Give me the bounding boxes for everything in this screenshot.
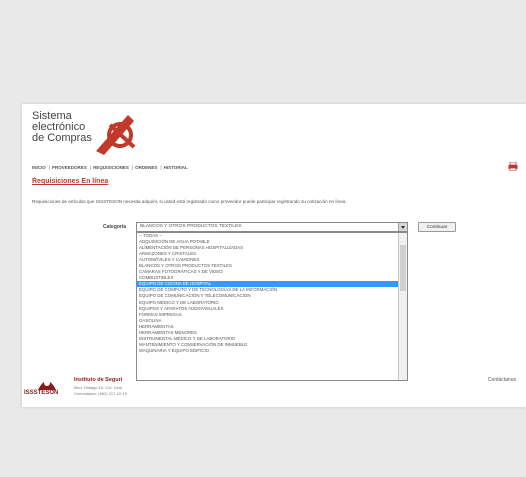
page-container: Sistema electrónico de Compras INICIO | PR…: [22, 104, 526, 407]
brand-line-3: de Compras: [32, 132, 92, 144]
dropdown-scroll-thumb[interactable]: [400, 245, 406, 291]
sistema-logo-icon: [96, 115, 136, 155]
nav-separator: |: [160, 165, 162, 170]
top-nav: INICIO | PROVEEDORES | REQUISICIONES | ÓRDENES…: [32, 165, 189, 170]
category-select[interactable]: BLANCOS Y OTROS PRODUCTOS TEXTILES: [136, 222, 408, 232]
nav-item-inicio[interactable]: INICIO: [32, 165, 46, 170]
continue-button[interactable]: Continuar: [418, 222, 456, 232]
category-label: Categoría: [103, 224, 127, 230]
nav-item-ordenes[interactable]: ÓRDENES: [135, 165, 157, 170]
nav-separator: |: [89, 165, 92, 170]
contact-link[interactable]: Contáctanos: [488, 377, 516, 383]
footer-title: Instituto de Seguri: [74, 377, 123, 383]
nav-item-requisiciones[interactable]: REQUISICIONES: [93, 165, 129, 170]
footer-logo-text: ISSSTESON: [24, 390, 59, 396]
print-icon[interactable]: [508, 162, 518, 171]
brand-text: Sistema electrónico de Compras: [32, 111, 92, 144]
dropdown-scrollbar[interactable]: [398, 233, 407, 380]
footer-phone: Conmutador: (662) 217-19-19: [74, 391, 127, 396]
category-select-value: BLANCOS Y OTROS PRODUCTOS TEXTILES: [140, 224, 242, 229]
nav-separator: |: [131, 165, 134, 170]
footer-address: Blvd. Hidalgo 15, Col. Cent: [74, 385, 123, 390]
brand[interactable]: Sistema electrónico de Compras: [32, 111, 152, 157]
issteson-logo-icon: [38, 380, 56, 390]
page-description: Requisiciones de artículos que ISSSTESON…: [32, 199, 347, 204]
nav-separator: |: [48, 165, 51, 170]
chevron-down-icon[interactable]: [398, 223, 407, 231]
category-dropdown-list[interactable]: -- TODAS -- ADQUISICIÓN DE AGUA POTABLE AL…: [136, 232, 408, 381]
nav-item-proveedores[interactable]: PROVEEDORES: [52, 165, 87, 170]
page-subtitle[interactable]: Requisiciones En línea: [32, 178, 108, 185]
dropdown-option[interactable]: MAQUINARIA Y EQUIPO EDIFICIO: [137, 348, 407, 354]
nav-item-historial[interactable]: HISTORIAL: [164, 165, 188, 170]
